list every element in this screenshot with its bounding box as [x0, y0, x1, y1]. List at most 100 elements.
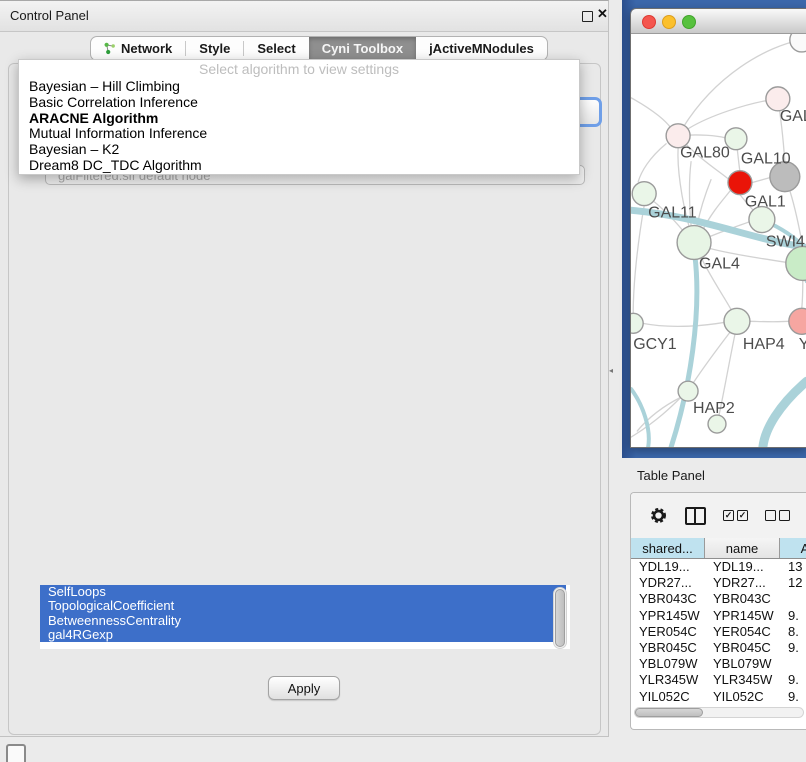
- column-header-shared[interactable]: shared...: [631, 538, 705, 558]
- graph-edge[interactable]: [638, 144, 666, 182]
- table-cell: 12: [780, 575, 806, 591]
- graph-node[interactable]: [789, 308, 806, 334]
- attribute-item-gal4rgexp[interactable]: gal4RGexp: [40, 628, 566, 642]
- table-cell: YDL19...: [705, 559, 780, 575]
- tab-style[interactable]: Style: [186, 37, 243, 60]
- close-icon[interactable]: ✕: [597, 6, 608, 22]
- dropdown-placeholder: Select algorithm to view settings: [19, 60, 579, 79]
- node-label-swi4: SWI4: [766, 233, 805, 250]
- table-header-row: shared...nameA: [631, 538, 806, 559]
- table-row[interactable]: YBR043CYBR043C: [631, 591, 806, 607]
- graph-node[interactable]: [632, 182, 656, 206]
- graph-edge[interactable]: [693, 332, 730, 383]
- screen: Control Panel ✕ galFiltered.sif default …: [0, 0, 806, 762]
- graph-node[interactable]: [790, 34, 806, 52]
- node-label-hap4: HAP4: [743, 336, 785, 353]
- table-row[interactable]: YBL079WYBL079W: [631, 656, 806, 672]
- graph-edge-highlighted[interactable]: [631, 389, 649, 447]
- graph-edge[interactable]: [802, 280, 803, 308]
- network-window-titlebar[interactable]: [631, 9, 806, 34]
- apply-button[interactable]: Apply: [268, 676, 340, 700]
- splitter-grip-icon[interactable]: ◂: [609, 366, 613, 375]
- tab-label: jActiveMNodules: [429, 41, 534, 56]
- checked-columns-icon[interactable]: ✓✓: [723, 510, 748, 521]
- split-panes-icon[interactable]: [685, 507, 706, 525]
- table-hscrollbar-thumb[interactable]: [635, 708, 703, 717]
- table-panel: ✓✓ shared...nameA YDL19...YDL19...13YDR2…: [630, 492, 806, 730]
- table-cell: 9.: [780, 689, 806, 705]
- network-view-window: GALGAL80GAL10GAL1GAL11SWI4GAL4GCY1HAP4YH…: [630, 8, 806, 448]
- table-row[interactable]: YDL19...YDL19...13: [631, 559, 806, 575]
- table-panel-area: Table Panel ✓✓ shared...nameA YDL1: [622, 458, 806, 762]
- attribute-item-topologicalcoefficient[interactable]: TopologicalCoefficient: [40, 599, 566, 613]
- minimized-panel-icon[interactable]: [6, 744, 26, 762]
- table-cell: YDR27...: [631, 575, 705, 591]
- node-label-gal4: GAL4: [699, 255, 740, 272]
- graph-node[interactable]: [631, 313, 643, 333]
- table-row[interactable]: YLR345WYLR345W9.: [631, 672, 806, 688]
- minimize-traffic-light-icon[interactable]: [662, 15, 676, 29]
- tab-network[interactable]: Network: [91, 37, 185, 60]
- graph-edge[interactable]: [752, 178, 770, 183]
- graph-edge-highlighted[interactable]: [763, 381, 806, 447]
- table-cell: YBL079W: [631, 656, 705, 672]
- table-cell: YPR145W: [705, 608, 780, 624]
- network-graph: GALGAL80GAL10GAL1GAL11SWI4GAL4GCY1HAP4YH…: [631, 34, 806, 447]
- table-cell: 9.: [780, 672, 806, 688]
- graph-node[interactable]: [786, 246, 806, 280]
- network-icon: [104, 42, 116, 55]
- attribute-item-selfloops[interactable]: SelfLoops: [40, 585, 566, 599]
- table-cell: YER054C: [631, 624, 705, 640]
- graph-node[interactable]: [728, 171, 752, 195]
- table-cell: YBR043C: [705, 591, 780, 607]
- column-header-name[interactable]: name: [705, 538, 780, 558]
- attributes-scrollbar[interactable]: [553, 587, 567, 649]
- table-row[interactable]: YPR145WYPR145W9.: [631, 608, 806, 624]
- algorithm-option-dream8-dc-tdc-algorithm[interactable]: Dream8 DC_TDC Algorithm: [19, 158, 579, 174]
- table-cell: 9.: [780, 608, 806, 624]
- gear-icon[interactable]: [649, 506, 668, 525]
- tab-jactivemnodules[interactable]: jActiveMNodules: [416, 37, 547, 60]
- graph-edge[interactable]: [678, 99, 778, 136]
- tab-label: Style: [199, 41, 230, 56]
- graph-node[interactable]: [724, 308, 750, 334]
- graph-node[interactable]: [678, 381, 698, 401]
- algorithm-option-bayesian-k2[interactable]: Bayesian – K2: [19, 142, 579, 158]
- control-panel-tabs: Network Style Select Cyni Toolbox jActiveMNo…: [90, 36, 548, 61]
- tab-cyni-toolbox[interactable]: Cyni Toolbox: [309, 37, 416, 60]
- tab-select[interactable]: Select: [244, 37, 308, 60]
- unchecked-columns-icon[interactable]: [765, 510, 790, 521]
- table-cell: YBR045C: [705, 640, 780, 656]
- table-row[interactable]: YDR27...YDR27...12: [631, 575, 806, 591]
- tab-label: Network: [121, 41, 172, 56]
- table-cell: YLR345W: [631, 672, 705, 688]
- algorithm-option-bayesian-hill-climbing[interactable]: Bayesian – Hill Climbing: [19, 79, 579, 95]
- graph-node[interactable]: [708, 415, 726, 433]
- float-window-icon[interactable]: [582, 11, 593, 22]
- network-canvas[interactable]: GALGAL80GAL10GAL1GAL11SWI4GAL4GCY1HAP4YH…: [631, 34, 806, 447]
- table-cell: YDR27...: [705, 575, 780, 591]
- table-cell: YER054C: [705, 624, 780, 640]
- close-traffic-light-icon[interactable]: [642, 15, 656, 29]
- graph-node[interactable]: [677, 226, 711, 260]
- column-header-a[interactable]: A: [780, 538, 806, 558]
- table-row[interactable]: YIL052CYIL052C9.: [631, 689, 806, 705]
- table-panel-title: Table Panel: [637, 468, 705, 483]
- graph-edge[interactable]: [642, 322, 725, 326]
- graph-edge[interactable]: [631, 98, 672, 130]
- tab-label: Select: [257, 41, 295, 56]
- node-label-y: Y: [799, 336, 806, 353]
- graph-edge[interactable]: [633, 206, 644, 314]
- table-row[interactable]: YBR045CYBR045C9.: [631, 640, 806, 656]
- table-cell: 9.: [780, 640, 806, 656]
- zoom-traffic-light-icon[interactable]: [682, 15, 696, 29]
- table-cell: YIL052C: [705, 689, 780, 705]
- algorithm-option-basic-correlation-inference[interactable]: Basic Correlation Inference: [19, 95, 579, 111]
- node-label-gal10: GAL10: [741, 151, 791, 168]
- attribute-item-betweennesscentrality[interactable]: BetweennessCentrality: [40, 614, 566, 628]
- algorithm-option-aracne-algorithm[interactable]: ARACNE Algorithm: [19, 111, 579, 127]
- algorithm-option-mutual-information-inference[interactable]: Mutual Information Inference: [19, 126, 579, 142]
- table-cell: YLR345W: [705, 672, 780, 688]
- table-row[interactable]: YER054CYER054C8.: [631, 624, 806, 640]
- node-label-gcy1: GCY1: [633, 336, 677, 353]
